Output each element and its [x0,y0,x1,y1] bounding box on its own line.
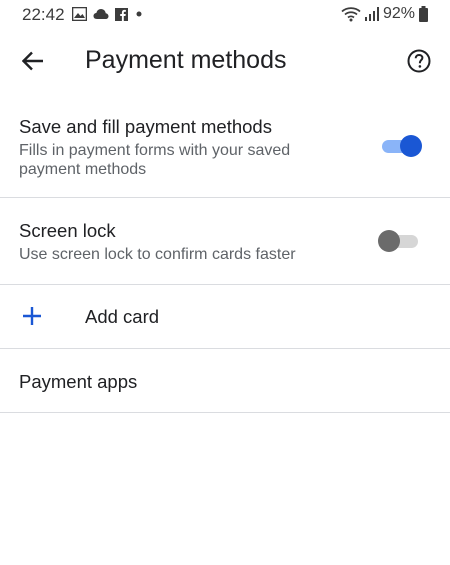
plus-icon [23,307,41,325]
battery-icon [419,6,428,22]
save-fill-toggle[interactable] [380,134,422,158]
add-card-label: Add card [85,306,160,327]
app-bar: Payment methods [0,34,450,88]
toggle-thumb [378,230,400,252]
screen-lock-toggle[interactable] [378,229,420,253]
system-icons: 92% [341,5,428,23]
notification-icons [72,7,144,21]
screen-lock-setting-row[interactable]: Screen lock Use screen lock to confirm c… [0,198,450,285]
screen-lock-title: Screen lock [19,220,116,241]
screen-lock-subtitle: Use screen lock to confirm cards faster [19,246,296,263]
payment-apps-title: Payment apps [19,371,138,392]
status-bar: 22:42 92% [0,0,450,28]
payment-apps-item[interactable]: Payment apps [0,349,450,413]
status-time: 22:42 [22,5,65,24]
wifi-icon [341,7,361,22]
save-fill-subtitle: Fills in payment forms with your saved p… [19,142,291,178]
save-fill-setting-row[interactable]: Save and fill payment methods Fills in p… [0,110,450,198]
arrow-back-icon [22,51,43,71]
help-button[interactable] [400,42,438,80]
facebook-icon [115,7,128,21]
page-title: Payment methods [85,46,287,74]
cloud-icon [93,9,109,19]
back-button[interactable] [14,42,52,80]
add-card-button[interactable]: Add card [0,285,450,349]
battery-percent: 92% [382,5,415,22]
gallery-icon [72,7,87,21]
help-circle-icon [407,49,431,73]
toggle-thumb [400,135,422,157]
save-fill-title: Save and fill payment methods [19,116,272,137]
dot-icon [136,11,142,17]
signal-icon [364,7,379,21]
